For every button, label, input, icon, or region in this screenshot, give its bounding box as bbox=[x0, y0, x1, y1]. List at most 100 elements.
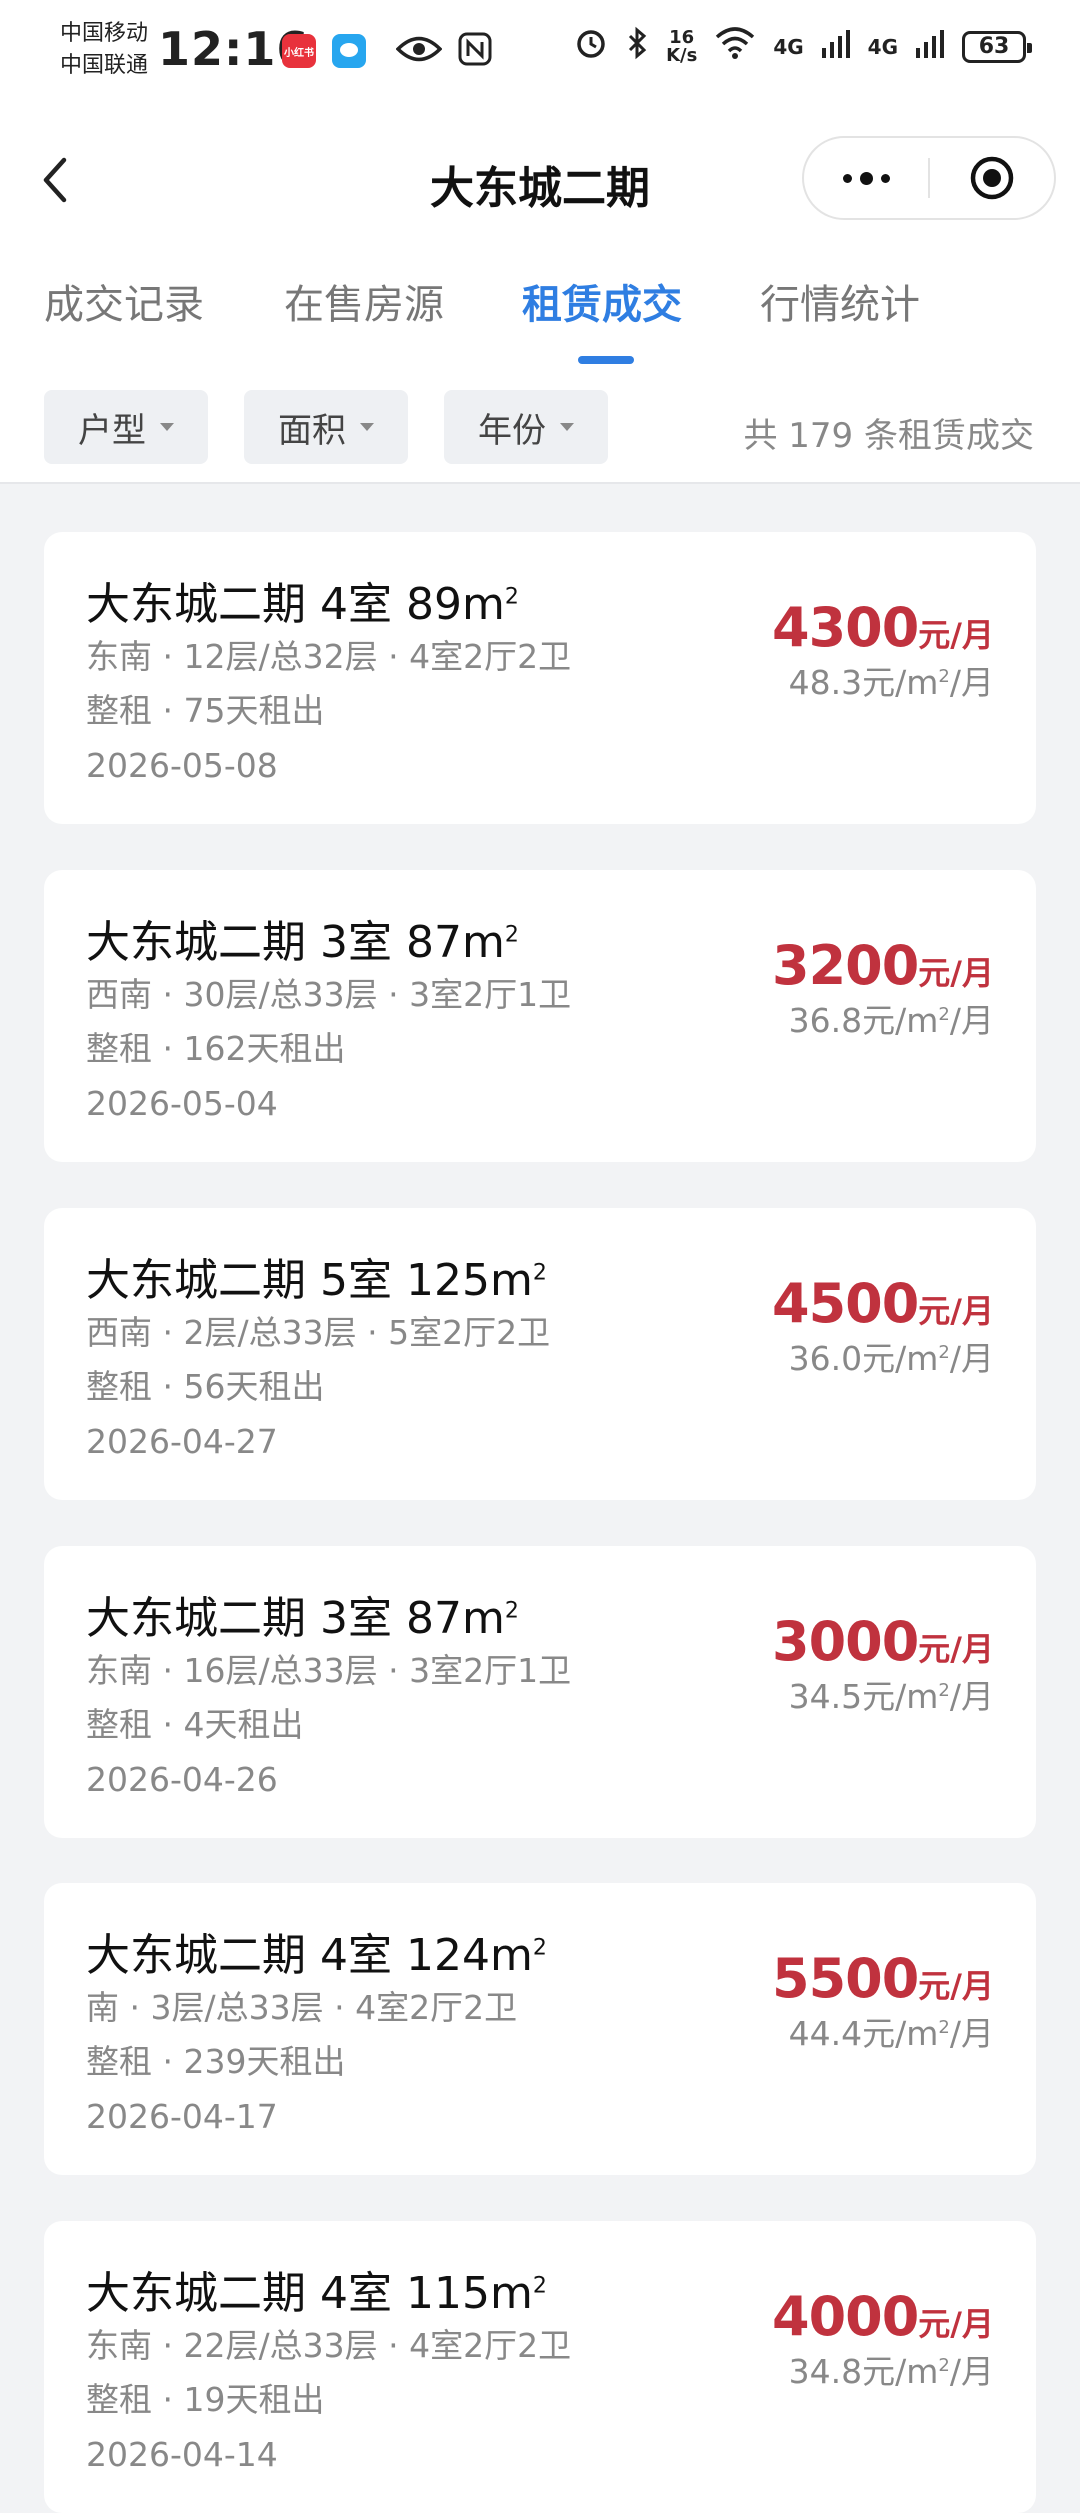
active-tab-indicator bbox=[578, 356, 634, 364]
alarm-icon bbox=[574, 26, 608, 67]
floor-info: 30层/总33层 bbox=[183, 975, 378, 1014]
separator-dot: · bbox=[152, 2326, 184, 2365]
tab-for-sale[interactable]: 在售房源 bbox=[284, 272, 444, 330]
room-layout: 4室2厅2卫 bbox=[409, 2326, 572, 2365]
filter-year-dropdown[interactable]: 年份 bbox=[444, 390, 608, 464]
rent-type: 整租 bbox=[86, 2380, 152, 2419]
rental-info: 整租 · 56天租出 bbox=[86, 1360, 324, 1408]
nfc-icon bbox=[458, 32, 492, 70]
room-layout: 4室2厅2卫 bbox=[355, 1988, 518, 2027]
rent-unit: 元/月 bbox=[918, 1292, 994, 1330]
listing-title-text: 大东城二期 4室 115m bbox=[86, 2268, 533, 2319]
tab-rental-transactions[interactable]: 租赁成交 bbox=[522, 272, 682, 330]
unit-price-suffix: /月 bbox=[949, 1339, 994, 1378]
listing-card[interactable]: 大东城二期 5室 125m2 西南 · 2层/总33层 · 5室2厅2卫 整租 · … bbox=[44, 1208, 1036, 1500]
tab-market-stats[interactable]: 行情统计 bbox=[760, 272, 920, 330]
separator-dot: · bbox=[356, 1313, 389, 1352]
message-app-icon bbox=[332, 34, 366, 68]
unit-price: 34.8元/m2/月 bbox=[789, 2345, 994, 2393]
unit-price-superscript: 2 bbox=[938, 1680, 950, 1701]
monthly-rent: 3200元/月 bbox=[772, 934, 994, 997]
target-close-icon bbox=[970, 156, 1014, 200]
separator-dot: · bbox=[323, 1988, 356, 2027]
separator-dot: · bbox=[152, 637, 184, 676]
rental-info: 整租 · 75天租出 bbox=[86, 684, 324, 732]
floor-info: 12层/总32层 bbox=[183, 637, 378, 676]
miniprogram-capsule bbox=[802, 136, 1056, 220]
xiaohongshu-app-icon: 小红书 bbox=[282, 34, 316, 68]
floor-info: 22层/总33层 bbox=[183, 2326, 378, 2365]
listing-title-text: 大东城二期 3室 87m bbox=[86, 1593, 505, 1644]
unit-price-superscript: 2 bbox=[938, 666, 950, 687]
rent-unit: 元/月 bbox=[918, 1967, 994, 2005]
sqm-superscript: 2 bbox=[504, 1598, 519, 1624]
network-speed: 16 K/s bbox=[666, 26, 698, 66]
unit-price-suffix: /月 bbox=[949, 2014, 994, 2053]
caret-down-icon bbox=[160, 423, 174, 431]
close-miniprogram-button[interactable] bbox=[930, 138, 1054, 218]
eye-icon bbox=[395, 34, 443, 68]
rent-amount: 4500 bbox=[772, 1272, 919, 1335]
listing-card[interactable]: 大东城二期 3室 87m2 东南 · 16层/总33层 · 3室2厅1卫 整租 · … bbox=[44, 1546, 1036, 1838]
monthly-rent: 5500元/月 bbox=[772, 1947, 994, 2010]
listing-card[interactable]: 大东城二期 4室 89m2 东南 · 12层/总32层 · 4室2厅2卫 整租 · … bbox=[44, 532, 1036, 824]
unit-price-prefix: 36.0元/m bbox=[788, 1339, 939, 1378]
unit-price-prefix: 44.4元/m bbox=[788, 2014, 939, 2053]
rental-info: 整租 · 239天租出 bbox=[86, 2035, 345, 2083]
filter-layout-dropdown[interactable]: 户型 bbox=[44, 390, 208, 464]
caret-down-icon bbox=[560, 423, 574, 431]
separator-dot: · bbox=[377, 637, 410, 676]
separator-dot: · bbox=[152, 1313, 184, 1352]
separator-dot: · bbox=[152, 2380, 184, 2419]
filter-layout-label: 户型 bbox=[78, 410, 146, 451]
more-button[interactable] bbox=[804, 138, 928, 218]
unit-price: 36.0元/m2/月 bbox=[789, 1332, 994, 1380]
orientation: 南 bbox=[86, 1988, 119, 2027]
unit-price-prefix: 36.8元/m bbox=[788, 1001, 939, 1040]
rent-unit: 元/月 bbox=[918, 954, 994, 992]
rent-unit: 元/月 bbox=[918, 2305, 994, 2343]
rental-info: 整租 · 4天租出 bbox=[86, 1698, 303, 1746]
rent-amount: 3200 bbox=[772, 934, 919, 997]
listing-title: 大东城二期 3室 87m2 bbox=[86, 906, 519, 970]
floor-info: 2层/总33层 bbox=[183, 1313, 357, 1352]
separator-dot: · bbox=[152, 2042, 184, 2081]
listing-card[interactable]: 大东城二期 4室 115m2 东南 · 22层/总33层 · 4室2厅2卫 整租 ·… bbox=[44, 2221, 1036, 2513]
separator-dot: · bbox=[119, 1988, 151, 2027]
separator-dot: · bbox=[377, 1651, 410, 1690]
rental-info: 整租 · 162天租出 bbox=[86, 1022, 345, 1070]
signal-icon-2 bbox=[916, 28, 944, 65]
separator-dot: · bbox=[152, 1705, 184, 1744]
listing-card[interactable]: 大东城二期 4室 124m2 南 · 3层/总33层 · 4室2厅2卫 整租 · 2… bbox=[44, 1883, 1036, 2175]
sqm-superscript: 2 bbox=[532, 1260, 547, 1286]
rent-type: 整租 bbox=[86, 1705, 152, 1744]
sqm-superscript: 2 bbox=[532, 1935, 547, 1961]
filter-year-label: 年份 bbox=[478, 410, 546, 451]
listing-title-text: 大东城二期 3室 87m bbox=[86, 917, 505, 968]
rent-amount: 4300 bbox=[772, 596, 919, 659]
signal-icon-1 bbox=[821, 28, 850, 65]
speed-value: 16 bbox=[669, 26, 695, 48]
listing-title-text: 大东城二期 4室 89m bbox=[86, 579, 505, 630]
result-count: 共 179 条租赁成交 bbox=[743, 416, 1034, 456]
listing-title: 大东城二期 3室 87m2 bbox=[86, 1582, 519, 1646]
deal-date: 2026-04-27 bbox=[86, 1422, 278, 1461]
separator-dot: · bbox=[152, 1367, 184, 1406]
unit-price: 34.5元/m2/月 bbox=[789, 1670, 994, 1718]
filter-area-dropdown[interactable]: 面积 bbox=[244, 390, 408, 464]
listing-card[interactable]: 大东城二期 3室 87m2 西南 · 30层/总33层 · 3室2厅1卫 整租 · … bbox=[44, 870, 1036, 1162]
more-dots-icon bbox=[842, 171, 890, 185]
listing-title: 大东城二期 4室 124m2 bbox=[86, 1919, 547, 1983]
separator-dot: · bbox=[152, 975, 184, 1014]
unit-price: 48.3元/m2/月 bbox=[789, 656, 994, 704]
listing-details: 东南 · 22层/总33层 · 4室2厅2卫 bbox=[86, 2319, 571, 2367]
rent-unit: 元/月 bbox=[918, 616, 994, 654]
orientation: 西南 bbox=[86, 975, 152, 1014]
orientation: 东南 bbox=[86, 1651, 152, 1690]
tab-transaction-records[interactable]: 成交记录 bbox=[44, 272, 204, 330]
speed-unit: K/s bbox=[666, 44, 698, 66]
deal-date: 2026-05-08 bbox=[86, 746, 278, 785]
deal-date: 2026-05-04 bbox=[86, 1084, 278, 1123]
navigation-bar: 大东城二期 bbox=[0, 110, 1080, 250]
rent-type: 整租 bbox=[86, 1367, 152, 1406]
